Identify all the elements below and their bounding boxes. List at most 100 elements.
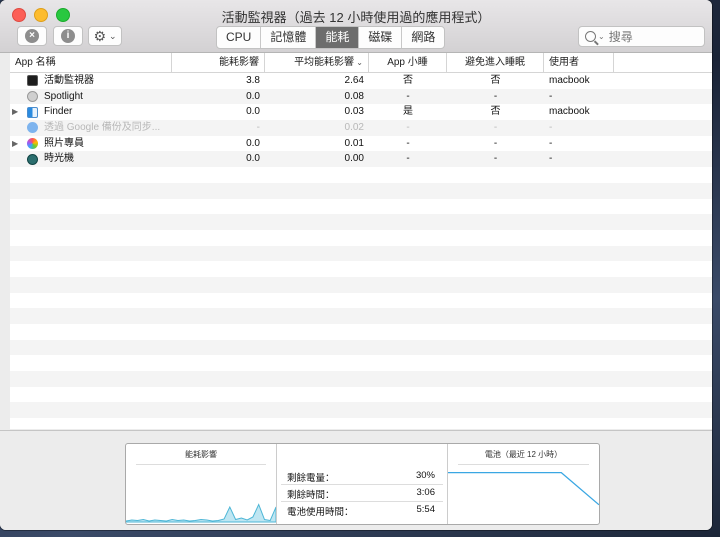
- column-prevent-sleep[interactable]: 避免進入睡眠: [447, 53, 544, 72]
- stop-process-button[interactable]: ×: [17, 26, 47, 46]
- empty-row: [10, 339, 712, 356]
- column-app-name[interactable]: App 名稱: [10, 53, 172, 72]
- disclosure-triangle-icon[interactable]: ▶: [12, 136, 21, 152]
- energy-summary-panel: 能耗影響 剩餘電量： 30% 剩餘時間： 3:06 電池使用時間： 5:54 電池（最…: [125, 443, 600, 525]
- app-name: 活動監視器: [44, 75, 94, 86]
- empty-row: [10, 182, 712, 199]
- prevent-sleep-cell: -: [493, 122, 498, 134]
- app-name: 照片專員: [44, 137, 84, 149]
- app-name-cell: 透過 Google 備份及同步...: [10, 120, 172, 136]
- energy-impact-cell: 0.0: [246, 137, 260, 149]
- divider: [281, 501, 443, 502]
- chevron-down-icon: ⌄: [598, 32, 605, 41]
- column-avg-label: 平均能耗影響: [294, 57, 355, 68]
- empty-row: [10, 276, 712, 293]
- user-cell: macbook: [549, 75, 590, 86]
- user-cell: -: [549, 122, 553, 134]
- table-row[interactable]: Spotlight 0.0 0.08 - - -: [10, 88, 712, 105]
- prevent-sleep-cell: 否: [490, 106, 501, 118]
- summary-area: 能耗影響 剩餘電量： 30% 剩餘時間： 3:06 電池使用時間： 5:54 電池（最…: [0, 430, 712, 530]
- empty-row: [10, 245, 712, 262]
- tab-memory[interactable]: 記憶體: [261, 27, 317, 48]
- app-name-cell: 時光機: [10, 151, 172, 167]
- energy-impact-graph: [126, 503, 276, 523]
- prevent-sleep-cell: -: [493, 90, 498, 102]
- app-nap-cell: -: [406, 122, 410, 134]
- photos-agent-icon: [27, 138, 38, 150]
- app-name-cell: ▶ 照片專員: [10, 136, 172, 152]
- app-name-cell: Spotlight: [10, 89, 172, 105]
- tab-disk[interactable]: 磁碟: [359, 27, 403, 48]
- table-row[interactable]: ▶ 照片專員 0.0 0.01 - - -: [10, 136, 712, 152]
- activity-monitor-icon: [27, 75, 38, 87]
- app-name: Spotlight: [44, 90, 83, 102]
- empty-row: [10, 402, 712, 419]
- finder-icon: [27, 106, 38, 118]
- search-field[interactable]: ⌄: [578, 26, 705, 47]
- tab-network[interactable]: 網路: [402, 27, 444, 48]
- activity-monitor-window: 活動監視器（過去 12 小時使用過的應用程式） × i ⚙ ⌄ CPU 記憶體 能…: [0, 0, 712, 530]
- app-nap-cell: 是: [403, 106, 413, 118]
- table-row[interactable]: 時光機 0.0 0.00 - - -: [10, 151, 712, 168]
- energy-impact-cell: 0.0: [246, 90, 260, 102]
- empty-row: [10, 293, 712, 309]
- divider: [281, 484, 443, 485]
- title-bar: 活動監視器（過去 12 小時使用過的應用程式） × i ⚙ ⌄ CPU 記憶體 能…: [0, 0, 712, 53]
- battery-level-line: [448, 471, 599, 506]
- chevron-down-icon: ⌄: [109, 30, 117, 41]
- x-icon: ×: [25, 29, 39, 43]
- app-name-cell: ▶ Finder: [10, 104, 172, 120]
- app-nap-cell: -: [406, 153, 410, 165]
- divider: [458, 464, 589, 465]
- google-backup-icon: [27, 122, 38, 134]
- stat-value: 30%: [415, 470, 435, 481]
- app-name-cell: 活動監視器: [10, 73, 172, 89]
- search-input[interactable]: [608, 29, 689, 44]
- user-cell: -: [549, 137, 553, 149]
- disclosure-triangle-icon[interactable]: ▶: [12, 104, 21, 120]
- empty-row: [10, 387, 712, 403]
- table-row[interactable]: 活動監視器 3.8 2.64 否 否 macbook: [10, 73, 712, 89]
- empty-row: [10, 261, 712, 277]
- user-cell: -: [549, 90, 553, 102]
- avg-energy-impact-cell: 2.64: [344, 75, 364, 86]
- app-nap-cell: -: [406, 90, 410, 102]
- empty-row: [10, 199, 712, 215]
- column-user[interactable]: 使用者: [544, 53, 614, 72]
- table-body: 活動監視器 3.8 2.64 否否 macbook Spotlight 0.0 0.08- - -…: [10, 73, 712, 429]
- battery-history-panel: 電池（最近 12 小時）: [448, 444, 599, 524]
- process-table: App 名稱 能耗影響 平均能耗影響 ⌄ App 小睡 避免進入睡眠 使用者 活…: [10, 53, 712, 429]
- table-row[interactable]: 透過 Google 備份及同步... - 0.02 - - -: [10, 120, 712, 136]
- column-avg-energy-impact[interactable]: 平均能耗影響 ⌄: [265, 53, 369, 72]
- app-name: 透過 Google 備份及同步...: [44, 122, 161, 134]
- user-cell: macbook: [549, 106, 590, 118]
- energy-impact-cell: 0.0: [246, 153, 260, 165]
- table-header: App 名稱 能耗影響 平均能耗影響 ⌄ App 小睡 避免進入睡眠 使用者: [10, 53, 712, 73]
- tab-energy[interactable]: 能耗: [316, 27, 360, 48]
- stat-value: 5:54: [416, 504, 436, 515]
- energy-impact-cell: 0.0: [246, 106, 260, 118]
- stat-time-on-battery: 電池使用時間： 5:54: [287, 504, 435, 518]
- prevent-sleep-cell: -: [493, 153, 498, 165]
- gear-icon: ⚙: [93, 27, 106, 44]
- empty-row: [10, 418, 712, 429]
- stat-value: 3:06: [416, 487, 436, 498]
- avg-energy-impact-cell: 0.00: [344, 153, 364, 165]
- empty-row: [10, 371, 712, 387]
- user-cell: -: [549, 153, 553, 165]
- prevent-sleep-cell: -: [493, 137, 498, 149]
- battery-history-title: 電池（最近 12 小時）: [484, 450, 563, 459]
- column-app-nap[interactable]: App 小睡: [369, 53, 447, 72]
- app-name: Finder: [44, 106, 73, 118]
- inspect-process-button[interactable]: i: [53, 26, 83, 46]
- action-menu-button[interactable]: ⚙ ⌄: [88, 26, 122, 46]
- avg-energy-impact-cell: 0.02: [344, 122, 364, 134]
- window-title: 活動監視器（過去 12 小時使用過的應用程式）: [221, 10, 491, 25]
- sort-descending-icon: ⌄: [354, 58, 363, 67]
- column-energy-impact[interactable]: 能耗影響: [172, 53, 265, 72]
- tab-cpu[interactable]: CPU: [217, 27, 262, 48]
- spotlight-icon: [27, 91, 38, 103]
- stat-label: 電池使用時間：: [287, 507, 354, 518]
- stat-label: 剩餘時間：: [287, 490, 335, 501]
- table-row[interactable]: ▶ Finder 0.0 0.03 是 否 macbook: [10, 104, 712, 120]
